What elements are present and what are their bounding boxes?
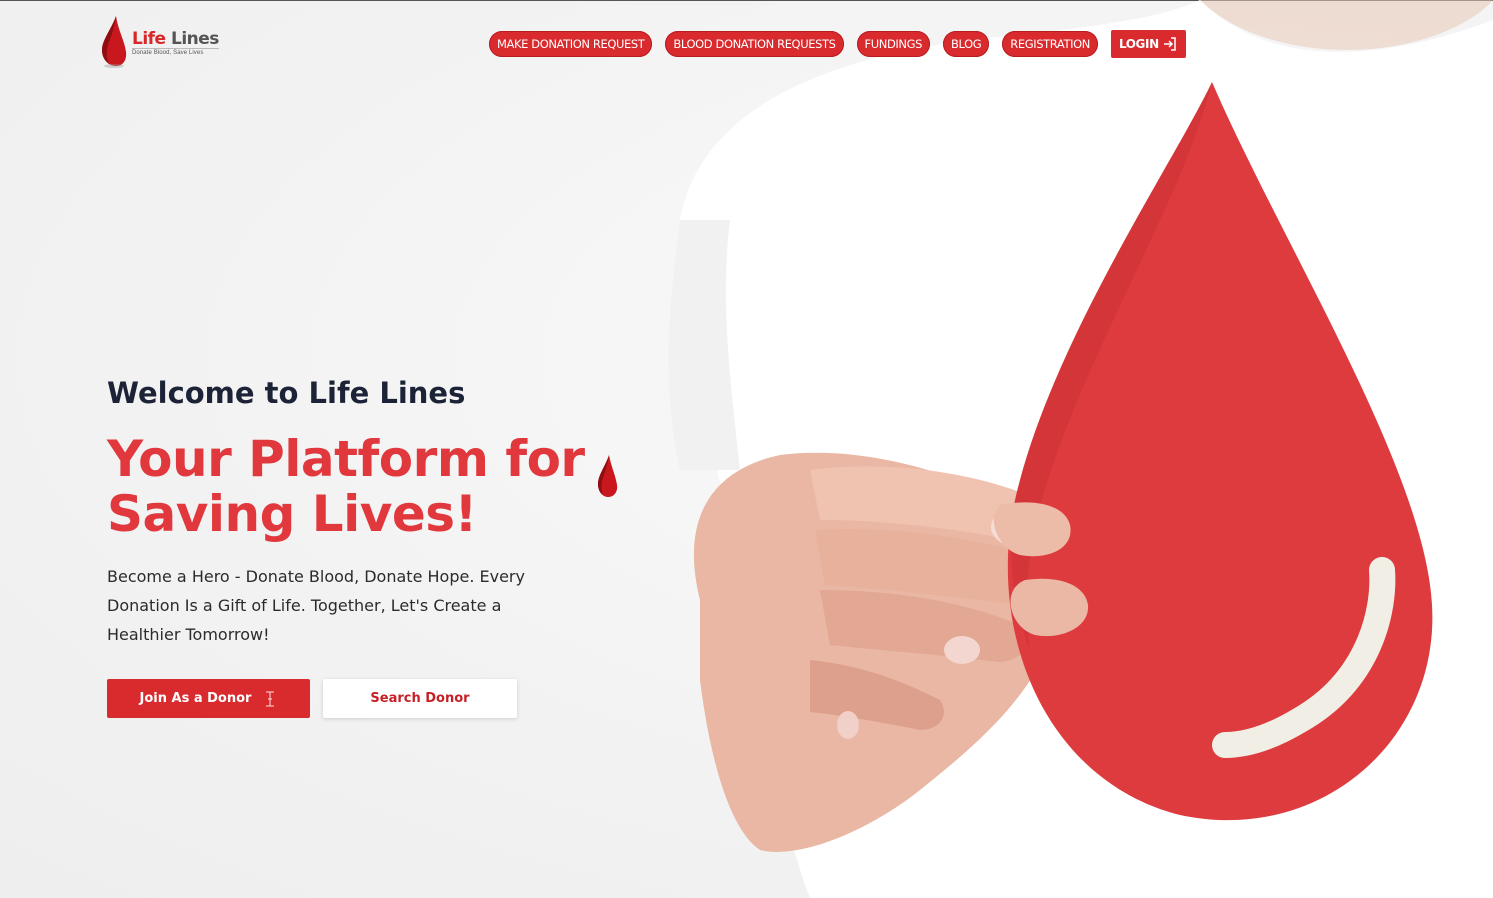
logo-name: Life Lines [132,30,219,48]
site-logo[interactable]: Life Lines Donate Blood, Save Lives [98,14,219,68]
hero-headline: Your Platform for Saving Lives! [107,430,585,543]
logo-name-lines: Lines [171,29,219,49]
nav-registration[interactable]: REGISTRATION [1002,31,1098,57]
logo-text: Life Lines Donate Blood, Save Lives [132,30,219,56]
join-as-donor-label: Join As a Donor [139,691,252,706]
blood-drop-icon [598,455,618,497]
login-button[interactable]: LOGIN [1110,30,1186,58]
hero-description: Become a Hero - Donate Blood, Donate Hop… [107,567,525,644]
login-label: LOGIN [1118,37,1159,51]
search-donor-button[interactable]: Search Donor [323,679,517,718]
welcome-heading: Welcome to Life Lines [107,376,466,410]
nav-blog[interactable]: BLOG [943,31,990,57]
login-arrow-icon [1163,37,1176,51]
text-cursor-icon [266,691,275,706]
nav-blood-donation-requests[interactable]: BLOOD DONATION REQUESTS [665,31,844,57]
logo-tagline: Donate Blood, Save Lives [132,48,219,56]
nav-fundings[interactable]: FUNDINGS [856,31,931,57]
logo-name-life: Life [132,29,166,49]
main-nav: MAKE DONATION REQUEST BLOOD DONATION REQ… [489,30,1186,58]
blood-drop-icon [102,16,127,68]
hero-image [668,0,1493,898]
join-as-donor-button[interactable]: Join As a Donor [107,679,310,718]
search-donor-label: Search Donor [370,691,470,706]
nav-make-donation-request[interactable]: MAKE DONATION REQUEST [489,31,653,57]
